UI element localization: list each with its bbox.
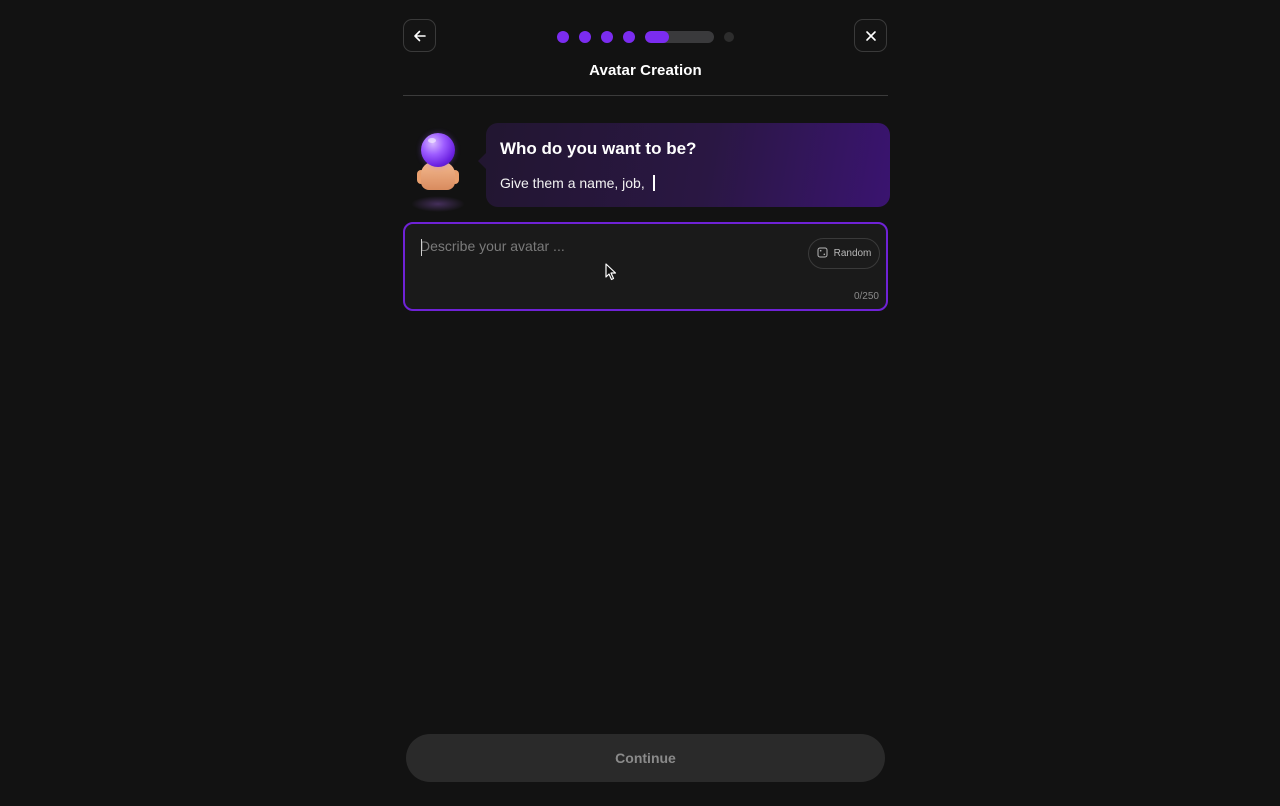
assistant-speech-bubble: Who do you want to be? Give them a name,… bbox=[478, 123, 890, 207]
avatar-creation-page: Avatar Creation Who do you want to be? G… bbox=[0, 0, 1280, 806]
assistant-typing-line: Give them a name, job, bbox=[500, 175, 655, 191]
progress-dot-completed bbox=[579, 30, 591, 43]
header-divider bbox=[403, 95, 888, 96]
close-icon bbox=[865, 30, 877, 42]
page-title: Avatar Creation bbox=[589, 62, 702, 79]
crystal-ball-mascot-icon bbox=[405, 128, 471, 216]
progress-dot-completed bbox=[557, 30, 569, 43]
progress-current-step-track bbox=[645, 30, 714, 43]
dice-icon bbox=[817, 246, 828, 261]
continue-button[interactable]: Continue bbox=[406, 734, 885, 782]
typing-caret bbox=[652, 175, 655, 191]
avatar-description-input[interactable] bbox=[420, 238, 800, 278]
progress-dot-completed bbox=[601, 30, 613, 43]
text-cursor bbox=[421, 239, 422, 256]
step-progress-indicator bbox=[557, 30, 734, 43]
character-counter: 0/250 bbox=[853, 291, 879, 302]
progress-dot-completed bbox=[623, 30, 635, 43]
progress-current-step-fill bbox=[645, 30, 670, 43]
random-button[interactable]: Random bbox=[808, 238, 880, 269]
back-button[interactable] bbox=[403, 19, 436, 52]
assistant-typing-text: Give them a name, job, bbox=[500, 175, 645, 191]
assistant-question: Who do you want to be? bbox=[500, 139, 697, 158]
close-button[interactable] bbox=[854, 19, 887, 52]
arrow-left-icon bbox=[413, 29, 427, 43]
progress-dot-upcoming bbox=[724, 31, 734, 42]
random-button-label: Random bbox=[833, 248, 872, 259]
avatar-description-field[interactable]: Random 0/250 bbox=[403, 222, 888, 311]
